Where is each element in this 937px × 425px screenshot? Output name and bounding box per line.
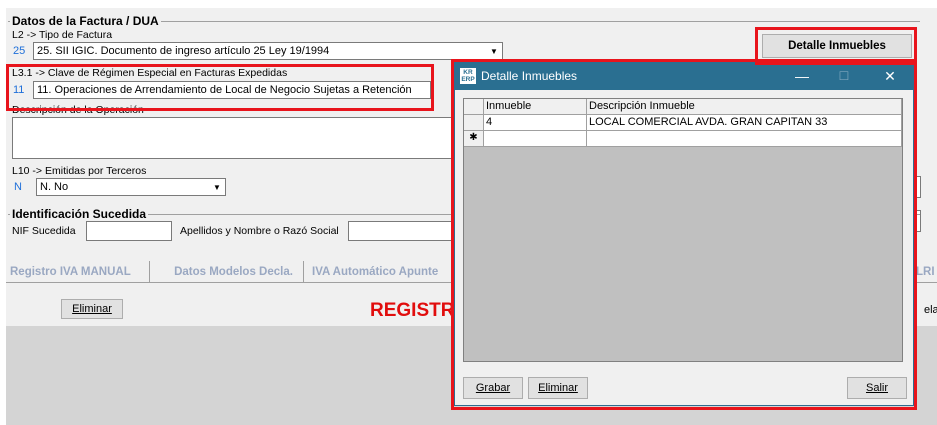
terceros-label: L10 -> Emitidas por Terceros [12,165,147,177]
descripcion-label: Descripción de la Operación [12,104,144,116]
minimize-icon[interactable]: — [787,66,817,86]
tipo-factura-value: 25. SII IGIC. Documento de ingreso artíc… [37,45,330,57]
dialog-eliminar-label: Eliminar [538,382,578,394]
dialog-title-bar[interactable]: KR ERP Detalle Inmuebles — ☐ ✕ [455,63,913,90]
grabar-button[interactable]: Grabar [463,377,523,399]
tipo-factura-label: L2 -> Tipo de Factura [12,29,113,41]
maximize-icon[interactable]: ☐ [829,66,859,86]
eliminar-button[interactable]: Eliminar [61,299,123,319]
dialog-eliminar-button[interactable]: Eliminar [528,377,588,399]
tipo-factura-select[interactable]: 25. SII IGIC. Documento de ingreso artíc… [33,42,503,60]
tab-lri[interactable]: LRI [916,261,937,283]
nif-sucedida-label: NIF Sucedida [12,225,76,237]
dialog-title: Detalle Inmuebles [481,69,578,83]
column-header-descripcion[interactable]: Descripción Inmueble [587,99,902,115]
new-row-icon[interactable]: ✱ [464,131,484,147]
regimen-label: L3.1 -> Clave de Régimen Especial en Fac… [12,67,288,79]
tab-registro-iva-manual[interactable]: Registro IVA MANUAL [6,261,150,283]
row-selector[interactable] [464,115,484,131]
tab-datos-modelos[interactable]: Datos Modelos Decla. [164,261,304,283]
eliminar-label: Eliminar [72,303,112,315]
table-row-inmueble-cell[interactable]: 4 [484,115,587,131]
registro-banner: REGISTR [370,300,455,321]
close-icon[interactable]: ✕ [875,66,905,86]
new-row-inmueble-cell[interactable] [484,131,587,147]
nombre-sucedida-input[interactable] [348,221,454,241]
terceros-code: N [14,181,22,193]
nif-sucedida-input[interactable] [86,221,172,241]
chevron-down-icon[interactable]: ▼ [210,180,224,194]
detalle-inmuebles-label: Detalle Inmuebles [788,40,886,52]
logo-top-text: KR [463,69,473,76]
table-row-descripcion-cell[interactable]: LOCAL COMERCIAL AVDA. GRAN CAPITAN 33 [587,115,902,131]
regimen-field[interactable]: 11. Operaciones de Arrendamiento de Loca… [33,81,431,99]
column-header-inmueble[interactable]: Inmueble [484,99,587,115]
kr-erp-logo-icon: KR ERP [460,68,476,84]
regimen-value: 11. Operaciones de Arrendamiento de Loca… [37,84,412,96]
salir-button[interactable]: Salir [847,377,907,399]
terceros-value: N. No [40,181,69,193]
chevron-down-icon[interactable]: ▼ [487,44,501,58]
grid-corner [464,99,484,115]
detalle-inmuebles-dialog: KR ERP Detalle Inmuebles — ☐ ✕ Inmueble … [454,62,914,406]
nombre-sucedida-label: Apellidos y Nombre o Razó Social [180,225,339,237]
detalle-inmuebles-button[interactable]: Detalle Inmuebles [762,34,912,58]
regimen-code: 11 [13,84,25,96]
salir-label: Salir [865,382,888,394]
factura-section-title: Datos de la Factura / DUA [10,14,161,28]
logo-bottom-text: ERP [461,76,475,83]
inmuebles-grid: Inmueble Descripción Inmueble 4 LOCAL CO… [463,98,903,362]
terceros-select[interactable]: N. No ▼ [36,178,226,196]
tab-iva-automatico[interactable]: IVA Automático Apunte [308,261,458,283]
right-cut-text: ela [924,304,937,316]
new-row-descripcion-cell[interactable] [587,131,902,147]
sucedida-section-title: Identificación Sucedida [10,207,149,221]
grabar-label: Grabar [475,382,511,394]
descripcion-textarea[interactable] [12,117,452,159]
tipo-factura-code: 25 [13,45,26,57]
